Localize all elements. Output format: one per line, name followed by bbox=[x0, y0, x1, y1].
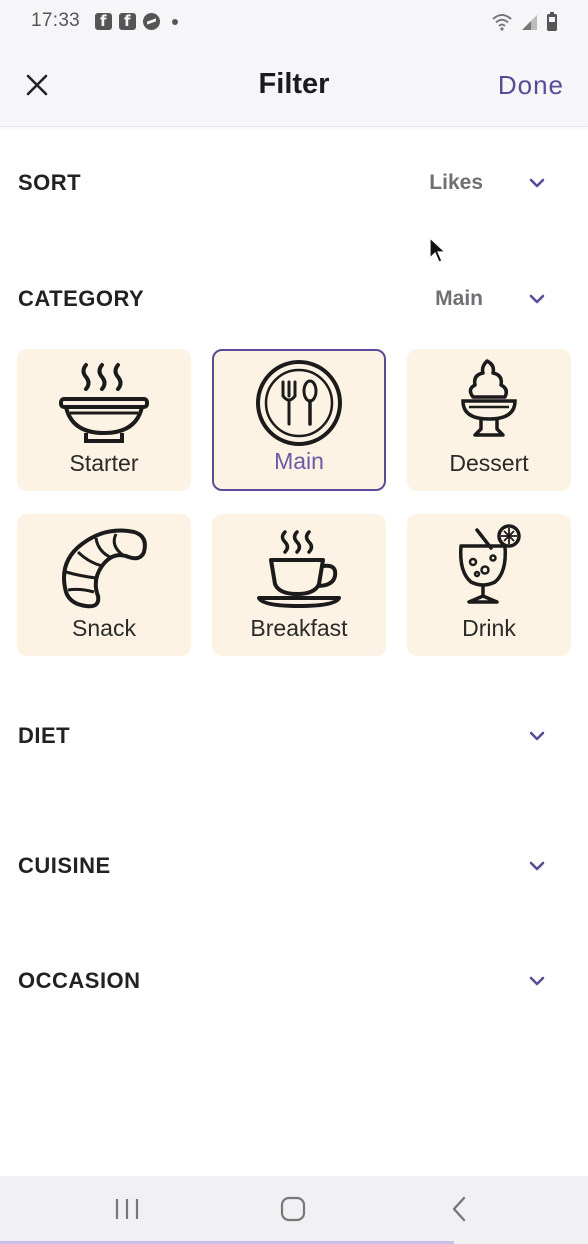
occasion-label: OCCASION bbox=[18, 968, 141, 993]
category-label-snack: Snack bbox=[72, 615, 136, 641]
navigation-bar bbox=[0, 1176, 588, 1244]
status-time: 17:33 bbox=[31, 10, 81, 31]
soup-bowl-icon bbox=[59, 363, 149, 443]
done-button[interactable]: Done bbox=[498, 70, 564, 101]
dot-icon bbox=[172, 18, 178, 25]
category-label-breakfast: Breakfast bbox=[250, 615, 348, 641]
cocktail-icon bbox=[458, 524, 521, 604]
croissant-icon bbox=[62, 528, 147, 609]
sort-value[interactable]: Likes bbox=[429, 171, 483, 195]
facebook-icon bbox=[119, 12, 136, 30]
chevron-down-icon[interactable] bbox=[528, 974, 546, 988]
sort-row[interactable]: SORT Likes bbox=[0, 158, 588, 208]
mouse-cursor-icon bbox=[429, 236, 447, 263]
cuisine-row[interactable]: CUISINE bbox=[0, 841, 588, 891]
facebook-icon bbox=[95, 12, 112, 30]
coffee-cup-icon bbox=[257, 530, 341, 608]
recents-icon[interactable] bbox=[114, 1194, 140, 1224]
category-label-starter: Starter bbox=[69, 450, 139, 476]
home-icon[interactable] bbox=[279, 1194, 307, 1224]
signal-icon bbox=[522, 15, 537, 30]
category-label-main: Main bbox=[274, 448, 324, 474]
category-value[interactable]: Main bbox=[435, 287, 483, 311]
cuisine-label: CUISINE bbox=[18, 853, 111, 878]
chevron-down-icon[interactable] bbox=[528, 292, 546, 306]
system-icons bbox=[492, 12, 558, 32]
battery-icon bbox=[547, 12, 557, 31]
chevron-down-icon[interactable] bbox=[528, 729, 546, 743]
category-tile-main[interactable]: Main bbox=[212, 349, 386, 491]
category-tile-breakfast[interactable]: Breakfast bbox=[212, 514, 386, 656]
category-tile-dessert[interactable]: Dessert bbox=[407, 349, 571, 491]
diet-row[interactable]: DIET bbox=[0, 711, 588, 761]
diet-label: DIET bbox=[18, 723, 71, 748]
notification-icons bbox=[95, 12, 178, 30]
back-icon[interactable] bbox=[449, 1194, 469, 1224]
chevron-down-icon[interactable] bbox=[528, 176, 546, 190]
wifi-icon bbox=[492, 14, 512, 31]
category-label-drink: Drink bbox=[462, 615, 516, 641]
category-tile-snack[interactable]: Snack bbox=[17, 514, 191, 656]
sort-label: SORT bbox=[18, 170, 82, 195]
status-bar: 17:33 bbox=[0, 0, 588, 48]
category-row[interactable]: CATEGORY Main bbox=[0, 274, 588, 324]
plate-cutlery-icon bbox=[256, 360, 342, 446]
category-tile-drink[interactable]: Drink bbox=[407, 514, 571, 656]
occasion-row[interactable]: OCCASION bbox=[0, 956, 588, 1006]
category-label: CATEGORY bbox=[18, 286, 145, 311]
app-bar: Filter Done bbox=[0, 48, 588, 127]
messenger-icon bbox=[143, 13, 160, 30]
category-tile-starter[interactable]: Starter bbox=[17, 349, 191, 491]
category-label-dessert: Dessert bbox=[449, 450, 529, 476]
chevron-down-icon[interactable] bbox=[528, 859, 546, 873]
ice-cream-icon bbox=[461, 359, 517, 437]
